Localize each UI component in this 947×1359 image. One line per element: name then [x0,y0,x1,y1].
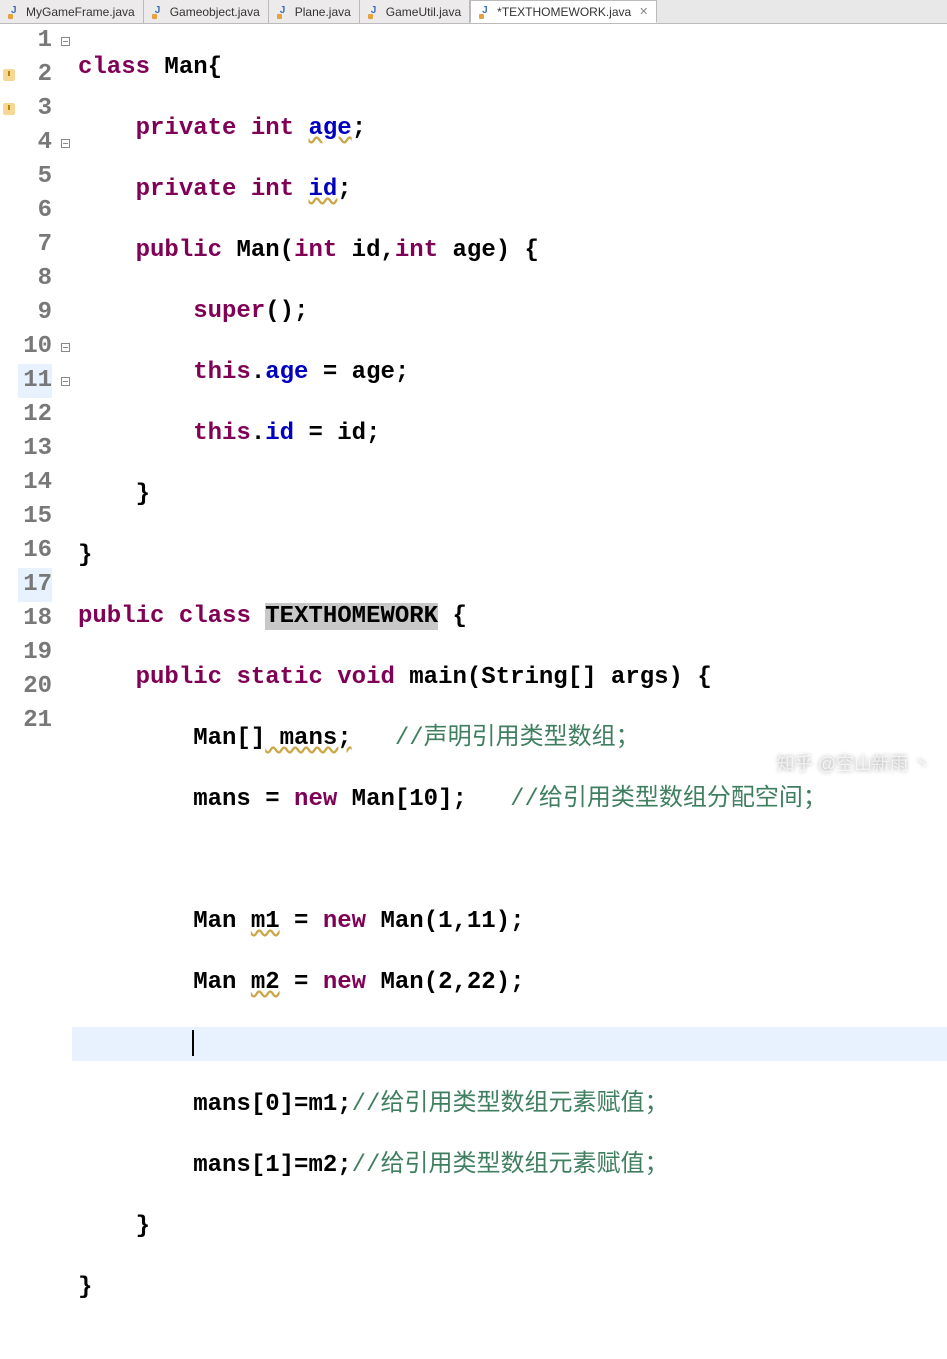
tab-label: GameUtil.java [386,5,461,19]
code-line[interactable]: } [72,478,947,512]
code-line[interactable]: Man m2 = new Man(2,22); [72,966,947,1000]
fold-gutter [58,24,72,796]
code-line[interactable]: private int age; [72,112,947,146]
annotation-gutter [0,24,18,796]
line-number: 1 [18,24,52,58]
tab-label: *TEXTHOMEWORK.java [497,5,631,19]
code-line[interactable]: class Man{ [72,51,947,85]
java-file-icon [277,5,291,19]
code-area[interactable]: class Man{ private int age; private int … [72,24,947,796]
java-file-icon [152,5,166,19]
tab-gameutil[interactable]: GameUtil.java [360,0,470,23]
tab-label: MyGameFrame.java [26,5,135,19]
line-number: 9 [18,296,52,330]
editor-tabs: MyGameFrame.java Gameobject.java Plane.j… [0,0,947,24]
code-line[interactable]: super(); [72,295,947,329]
line-number: 21 [18,704,52,738]
code-editor: 1 2 3 4 5 6 7 8 9 10 11 12 13 14 15 16 1… [0,24,947,796]
line-number: 11 [18,364,52,398]
fold-toggle-icon[interactable] [61,377,70,386]
line-number-gutter: 1 2 3 4 5 6 7 8 9 10 11 12 13 14 15 16 1… [18,24,58,796]
code-line[interactable]: mans = new Man[10]; //给引用类型数组分配空间； [72,783,947,817]
text-cursor [192,1030,194,1056]
tab-mygameframe[interactable]: MyGameFrame.java [0,0,144,23]
line-number: 7 [18,228,52,262]
line-number: 18 [18,602,52,636]
line-number: 8 [18,262,52,296]
code-line[interactable]: } [72,1271,947,1305]
line-number: 3 [18,92,52,126]
line-number: 19 [18,636,52,670]
code-line[interactable]: this.id = id; [72,417,947,451]
fold-toggle-icon[interactable] [61,37,70,46]
line-number: 20 [18,670,52,704]
code-line[interactable]: } [72,539,947,573]
code-line[interactable]: mans[1]=m2;//给引用类型数组元素赋值； [72,1149,947,1183]
tab-plane[interactable]: Plane.java [269,0,360,23]
line-number: 6 [18,194,52,228]
line-number: 10 [18,330,52,364]
java-file-icon [479,5,493,19]
line-number: 15 [18,500,52,534]
fold-toggle-icon[interactable] [61,343,70,352]
line-number: 16 [18,534,52,568]
code-line[interactable]: Man m1 = new Man(1,11); [72,905,947,939]
close-icon[interactable]: ✕ [639,5,648,18]
code-line[interactable]: this.age = age; [72,356,947,390]
fold-toggle-icon[interactable] [61,139,70,148]
tab-gameobject[interactable]: Gameobject.java [144,0,269,23]
line-number: 14 [18,466,52,500]
code-line[interactable]: public Man(int id,int age) { [72,234,947,268]
warning-icon[interactable] [3,69,15,81]
code-line[interactable]: Man[] mans; //声明引用类型数组； [72,722,947,756]
code-line[interactable]: private int id; [72,173,947,207]
line-number: 4 [18,126,52,160]
java-file-icon [368,5,382,19]
code-line[interactable] [72,1027,947,1061]
tab-texthomework[interactable]: *TEXTHOMEWORK.java ✕ [470,0,657,23]
line-number: 5 [18,160,52,194]
warning-icon[interactable] [3,103,15,115]
tab-label: Plane.java [295,5,351,19]
line-number: 17 [18,568,52,602]
code-line[interactable]: public static void main(String[] args) { [72,661,947,695]
line-number: 2 [18,58,52,92]
java-file-icon [8,5,22,19]
code-line[interactable]: public class TEXTHOMEWORK { [72,600,947,634]
line-number: 13 [18,432,52,466]
line-number: 12 [18,398,52,432]
code-line[interactable]: } [72,1210,947,1244]
tab-label: Gameobject.java [170,5,260,19]
code-line[interactable]: mans[0]=m1;//给引用类型数组元素赋值； [72,1088,947,1122]
code-line[interactable] [72,844,947,878]
